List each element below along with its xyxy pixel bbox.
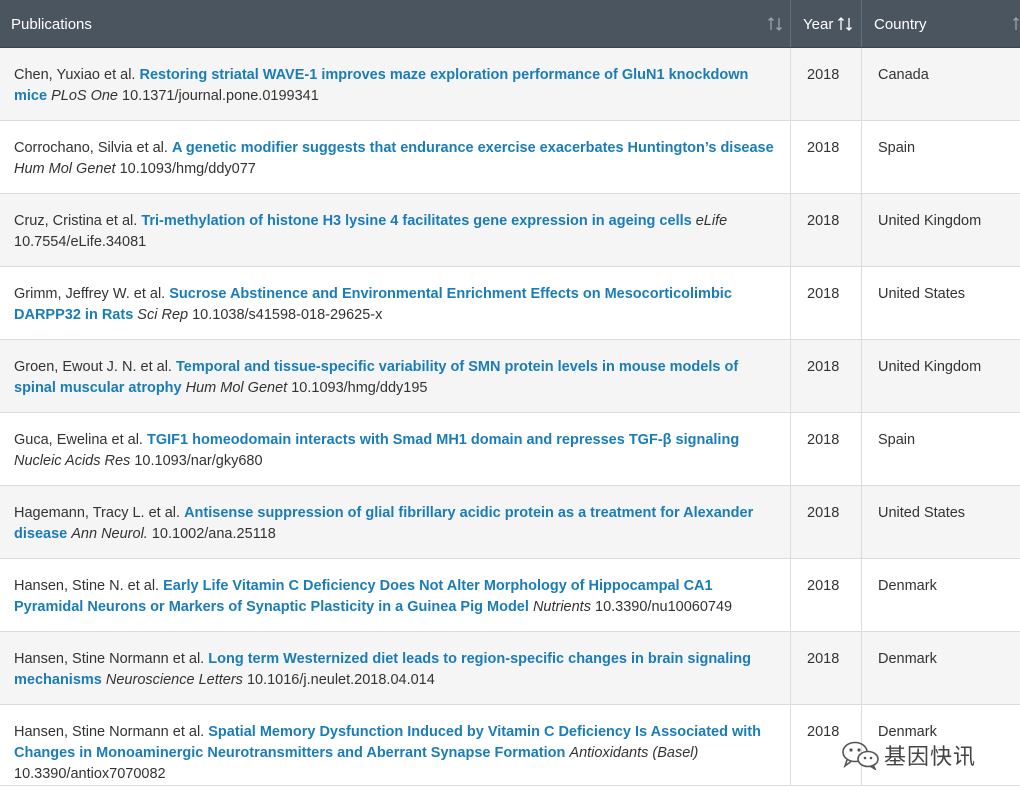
sort-arrows-icon[interactable] xyxy=(1012,15,1020,33)
column-label-country: Country xyxy=(874,16,927,33)
column-header-year[interactable]: Year xyxy=(790,0,861,47)
year-cell: 2018 xyxy=(790,267,861,339)
year-cell: 2018 xyxy=(790,413,861,485)
sort-arrows-icon[interactable] xyxy=(837,15,853,33)
wechat-icon xyxy=(842,741,879,770)
publication-title-link[interactable]: Tri-methylation of histone H3 lysine 4 f… xyxy=(141,213,691,229)
country-cell: Spain xyxy=(861,413,1020,485)
table-row: Corrochano, Silvia et al. A genetic modi… xyxy=(0,121,1020,194)
table-row: Hagemann, Tracy L. et al. Antisense supp… xyxy=(0,486,1020,559)
publication-doi: 10.3390/antiox7070082 xyxy=(14,766,166,782)
publication-doi: 10.1038/s41598-018-29625-x xyxy=(192,307,383,323)
column-label-year: Year xyxy=(803,16,834,33)
country-cell: United States xyxy=(861,486,1020,558)
sort-arrows-icon[interactable] xyxy=(767,15,783,33)
table-row: Hansen, Stine Normann et al. Long term W… xyxy=(0,632,1020,705)
publication-authors: Cruz, Cristina et al. xyxy=(14,213,138,229)
publications-table-body: Chen, Yuxiao et al. Restoring striatal W… xyxy=(0,48,1020,786)
country-cell: Canada xyxy=(861,48,1020,120)
publication-cell: Corrochano, Silvia et al. A genetic modi… xyxy=(0,121,790,193)
country-cell: United States xyxy=(861,267,1020,339)
column-header-country[interactable]: Country xyxy=(861,0,1020,47)
publication-cell: Hansen, Stine Normann et al. Long term W… xyxy=(0,632,790,704)
publication-journal: Nutrients xyxy=(532,599,591,615)
publication-journal: Ann Neurol. xyxy=(71,526,148,542)
publication-doi: 10.1002/ana.25118 xyxy=(151,526,276,542)
table-row: Groen, Ewout J. N. et al. Temporal and t… xyxy=(0,340,1020,413)
publication-title-link[interactable]: A genetic modifier suggests that enduran… xyxy=(172,140,774,156)
table-row: Grimm, Jeffrey W. et al. Sucrose Abstine… xyxy=(0,267,1020,340)
table-row: Guca, Ewelina et al. TGIF1 homeodomain i… xyxy=(0,413,1020,486)
table-row: Hansen, Stine N. et al. Early Life Vitam… xyxy=(0,559,1020,632)
publication-journal: Antioxidants (Basel) xyxy=(569,745,699,761)
publication-cell: Groen, Ewout J. N. et al. Temporal and t… xyxy=(0,340,790,412)
publication-doi: 10.1093/nar/gky680 xyxy=(134,453,263,469)
publication-journal: Sci Rep xyxy=(137,307,189,323)
publication-title-link[interactable]: TGIF1 homeodomain interacts with Smad MH… xyxy=(147,432,739,448)
publication-doi: 10.1093/hmg/ddy195 xyxy=(291,380,428,396)
table-row: Cruz, Cristina et al. Tri-methylation of… xyxy=(0,194,1020,267)
publication-journal: eLife xyxy=(695,213,728,229)
publication-doi: 10.3390/nu10060749 xyxy=(595,599,733,615)
year-cell: 2018 xyxy=(790,48,861,120)
publication-authors: Hagemann, Tracy L. et al. xyxy=(14,505,181,521)
year-cell: 2018 xyxy=(790,340,861,412)
country-cell: Spain xyxy=(861,121,1020,193)
publication-cell: Grimm, Jeffrey W. et al. Sucrose Abstine… xyxy=(0,267,790,339)
watermark: 基因快讯 xyxy=(840,738,976,772)
publication-authors: Groen, Ewout J. N. et al. xyxy=(14,359,172,375)
country-cell: Denmark xyxy=(861,632,1020,704)
publication-cell: Chen, Yuxiao et al. Restoring striatal W… xyxy=(0,48,790,120)
publication-journal: Hum Mol Genet xyxy=(14,161,116,177)
publication-authors: Corrochano, Silvia et al. xyxy=(14,140,168,156)
column-header-publications[interactable]: Publications xyxy=(0,0,790,47)
publication-journal: Nucleic Acids Res xyxy=(14,453,131,469)
year-cell: 2018 xyxy=(790,632,861,704)
publication-authors: Grimm, Jeffrey W. et al. xyxy=(14,286,166,302)
country-cell: Denmark xyxy=(861,559,1020,631)
publication-authors: Guca, Ewelina et al. xyxy=(14,432,143,448)
watermark-text: 基因快讯 xyxy=(884,745,977,770)
country-cell: United Kingdom xyxy=(861,194,1020,266)
publication-journal: Neuroscience Letters xyxy=(105,672,243,688)
table-header: Publications Year Country xyxy=(0,0,1020,48)
publication-cell: Hansen, Stine Normann et al. Spatial Mem… xyxy=(0,705,790,785)
publication-cell: Cruz, Cristina et al. Tri-methylation of… xyxy=(0,194,790,266)
publication-doi: 10.1093/hmg/ddy077 xyxy=(119,161,256,177)
publication-authors: Hansen, Stine Normann et al. xyxy=(14,651,205,667)
year-cell: 2018 xyxy=(790,194,861,266)
year-cell: 2018 xyxy=(790,559,861,631)
publication-cell: Guca, Ewelina et al. TGIF1 homeodomain i… xyxy=(0,413,790,485)
publication-doi: 10.1016/j.neulet.2018.04.014 xyxy=(246,672,435,688)
column-label-publications: Publications xyxy=(11,16,92,33)
publication-doi: 10.7554/eLife.34081 xyxy=(14,234,147,250)
publication-authors: Hansen, Stine Normann et al. xyxy=(14,724,205,740)
country-cell: United Kingdom xyxy=(861,340,1020,412)
publication-authors: Chen, Yuxiao et al. xyxy=(14,67,136,83)
publication-cell: Hagemann, Tracy L. et al. Antisense supp… xyxy=(0,486,790,558)
publication-journal: PLoS One xyxy=(51,88,119,104)
table-row: Chen, Yuxiao et al. Restoring striatal W… xyxy=(0,48,1020,121)
publication-doi: 10.1371/journal.pone.0199341 xyxy=(122,88,319,104)
publication-journal: Hum Mol Genet xyxy=(185,380,288,396)
year-cell: 2018 xyxy=(790,121,861,193)
publication-cell: Hansen, Stine N. et al. Early Life Vitam… xyxy=(0,559,790,631)
publication-authors: Hansen, Stine N. et al. xyxy=(14,578,160,594)
year-cell: 2018 xyxy=(790,486,861,558)
